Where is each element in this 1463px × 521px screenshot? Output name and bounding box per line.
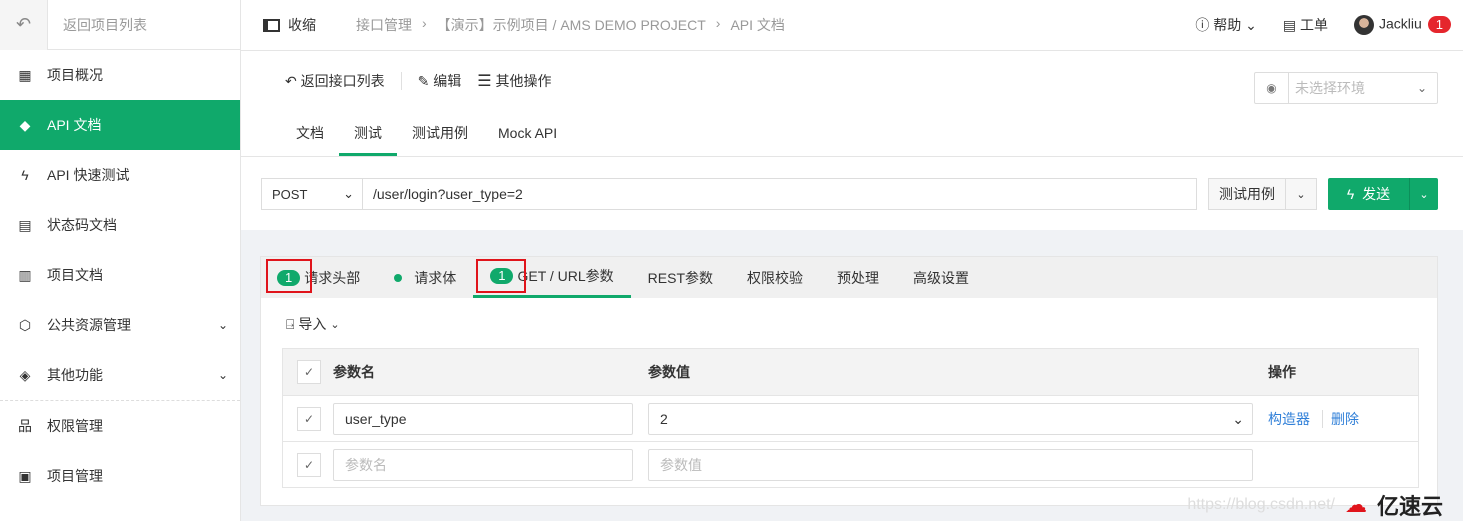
cube-icon: ⬡ — [18, 316, 32, 333]
tab-test-cases[interactable]: 测试用例 — [397, 111, 483, 156]
sidebar: ↶ 返回项目列表 ▦ 项目概况 ◆ API 文档 ϟ API 快速测试 ▤ 状态码文档 … — [0, 0, 241, 521]
watermark: https://blog.csdn.net/ ☁ 亿速云 — [1187, 492, 1443, 519]
method-select[interactable]: POST ⌄ — [261, 178, 363, 210]
dot-indicator — [394, 273, 403, 282]
delete-link[interactable]: 删除 — [1331, 409, 1359, 429]
breadcrumb-item[interactable]: 接口管理 — [356, 15, 412, 35]
sidebar-toggle-icon — [263, 18, 280, 32]
select-all-checkbox[interactable]: ✓ — [297, 360, 321, 384]
sidebar-item-quick-test[interactable]: ϟ API 快速测试 — [0, 150, 240, 200]
notification-badge[interactable]: 1 — [1427, 15, 1451, 33]
help-menu[interactable]: ⓘ 帮助 ⌄ — [1195, 15, 1257, 35]
main: 收缩 接口管理 › 【演示】示例项目 / AMS DEMO PROJECT › AP… — [241, 0, 1463, 521]
send-button[interactable]: ϟ 发送 ⌄ — [1328, 178, 1438, 210]
param-name-input[interactable]: 参数名 — [333, 448, 633, 481]
table-row: ✓ 参数名 参数值 — [283, 441, 1418, 487]
chevron-down-icon: ⌄ — [343, 186, 354, 201]
table-header: ✓ 参数名 参数值 操作 — [283, 349, 1418, 395]
tab-test[interactable]: 测试 — [339, 111, 397, 156]
user-menu[interactable]: Jackliu 1 — [1353, 15, 1451, 35]
clipboard-icon: ▣ — [18, 467, 32, 484]
environment-select[interactable]: ◉ 未选择环境 ⌄ — [1254, 72, 1438, 104]
test-case-button[interactable]: 测试用例 ⌄ — [1208, 178, 1317, 210]
chevron-down-icon: ⌄ — [1232, 410, 1244, 427]
param-name-input[interactable]: user_type — [333, 402, 633, 435]
param-tabs: 1 请求头部 请求体 1 GET / URL参数 REST参数 权限校验 预处理 高… — [261, 257, 1437, 298]
table-row: ✓ user_type 2 ⌄ 构造器 删除 — [283, 395, 1418, 441]
tab-preprocess[interactable]: 预处理 — [820, 257, 896, 298]
layers-icon: ◈ — [19, 366, 31, 383]
breadcrumb-item: API 文档 — [730, 17, 785, 33]
sidebar-item-api-docs[interactable]: ◆ API 文档 — [0, 100, 240, 150]
cloud-logo-icon: ☁ — [1344, 492, 1367, 517]
avatar — [1353, 15, 1374, 35]
ticket-icon: ▤ — [1282, 17, 1297, 33]
tab-docs[interactable]: 文档 — [285, 111, 339, 156]
more-actions-button[interactable]: ☰ 其他操作 — [477, 71, 551, 91]
sidebar-item-other[interactable]: ◈ 其他功能 ⌄ — [0, 350, 240, 400]
undo-icon: ↶ — [0, 0, 48, 50]
import-button[interactable]: ⍈ 导入 ⌄ — [286, 314, 1437, 334]
highlight-box — [476, 259, 526, 293]
menu-icon: ☰ — [477, 73, 492, 90]
request-bar: POST ⌄ /user/login?user_type=2 测试用例 ⌄ ϟ 发送… — [241, 157, 1463, 231]
divider — [400, 72, 402, 90]
params-panel: 1 请求头部 请求体 1 GET / URL参数 REST参数 权限校验 预处理 高… — [260, 256, 1438, 506]
params-table: ✓ 参数名 参数值 操作 ✓ user_type 2 ⌄ 构造器 删除 ✓ 参数名… — [282, 348, 1419, 488]
doc-icon: ▤ — [18, 216, 32, 233]
sidebar-item-project-docs[interactable]: ▥ 项目文档 — [0, 250, 240, 300]
calculator-icon: ▦ — [18, 66, 32, 83]
breadcrumb-item[interactable]: 【演示】示例项目 / AMS DEMO PROJECT — [437, 15, 706, 35]
chevron-down-icon: ⌄ — [1416, 81, 1427, 95]
row-checkbox[interactable]: ✓ — [297, 406, 321, 431]
header: 收缩 接口管理 › 【演示】示例项目 / AMS DEMO PROJECT › AP… — [241, 0, 1463, 51]
tab-body[interactable]: 请求体 — [377, 257, 473, 298]
divider — [1322, 409, 1323, 428]
import-icon: ⍈ — [286, 315, 295, 332]
builder-link[interactable]: 构造器 — [1268, 409, 1310, 429]
row-checkbox[interactable]: ✓ — [297, 452, 321, 477]
list-icon: ▥ — [18, 266, 32, 283]
tab-auth[interactable]: 权限校验 — [730, 257, 820, 298]
chevron-down-icon: ⌄ — [217, 368, 228, 382]
param-value-input[interactable]: 2 ⌄ — [648, 402, 1253, 435]
eye-icon: ◉ — [1255, 73, 1289, 103]
pencil-icon: ✎ — [417, 73, 430, 89]
chevron-down-icon[interactable]: ⌄ — [1286, 188, 1316, 201]
chevron-down-icon: ⌄ — [330, 318, 340, 331]
back-to-projects[interactable]: ↶ 返回项目列表 — [0, 0, 240, 50]
ticket-button[interactable]: ▤ 工单 — [1283, 15, 1328, 35]
breadcrumb: 接口管理 › 【演示】示例项目 / AMS DEMO PROJECT › API 文… — [356, 15, 785, 35]
sidebar-item-status-codes[interactable]: ▤ 状态码文档 — [0, 200, 240, 250]
back-to-list-button[interactable]: ↶ 返回接口列表 — [285, 71, 385, 91]
sidebar-item-public-resources[interactable]: ⬡ 公共资源管理 ⌄ — [0, 300, 240, 350]
lightning-icon: ϟ — [1346, 186, 1355, 202]
undo-icon: ↶ — [285, 73, 297, 89]
collapse-button[interactable]: 收缩 — [263, 15, 316, 35]
param-value-input[interactable]: 参数值 — [648, 448, 1253, 481]
sidebar-item-project-manage[interactable]: ▣ 项目管理 — [0, 451, 240, 501]
tag-icon: ◆ — [19, 116, 31, 133]
tab-rest-params[interactable]: REST参数 — [631, 257, 730, 298]
info-icon: ⓘ — [1195, 17, 1210, 33]
url-input[interactable]: /user/login?user_type=2 — [363, 178, 1197, 210]
doc-tabs: 文档 测试 测试用例 Mock API — [241, 111, 1463, 157]
content-area: 1 请求头部 请求体 1 GET / URL参数 REST参数 权限校验 预处理 高… — [241, 230, 1463, 521]
toolbar: ↶ 返回接口列表 ✎ 编辑 ☰ 其他操作 ◉ 未选择环境 ⌄ — [241, 51, 1463, 111]
sidebar-item-permissions[interactable]: 品权限管理 — [0, 401, 240, 451]
chevron-down-icon: ⌄ — [1245, 17, 1257, 33]
chevron-down-icon: ⌄ — [217, 318, 228, 332]
lightning-icon: ϟ — [21, 167, 29, 183]
tab-mock-api[interactable]: Mock API — [483, 111, 572, 156]
chevron-down-icon[interactable]: ⌄ — [1410, 188, 1438, 201]
sidebar-item-overview[interactable]: ▦ 项目概况 — [0, 50, 240, 100]
tab-advanced[interactable]: 高级设置 — [896, 257, 986, 298]
highlight-box — [266, 259, 312, 293]
org-icon: 品 — [18, 418, 32, 434]
edit-button[interactable]: ✎ 编辑 — [418, 71, 462, 91]
